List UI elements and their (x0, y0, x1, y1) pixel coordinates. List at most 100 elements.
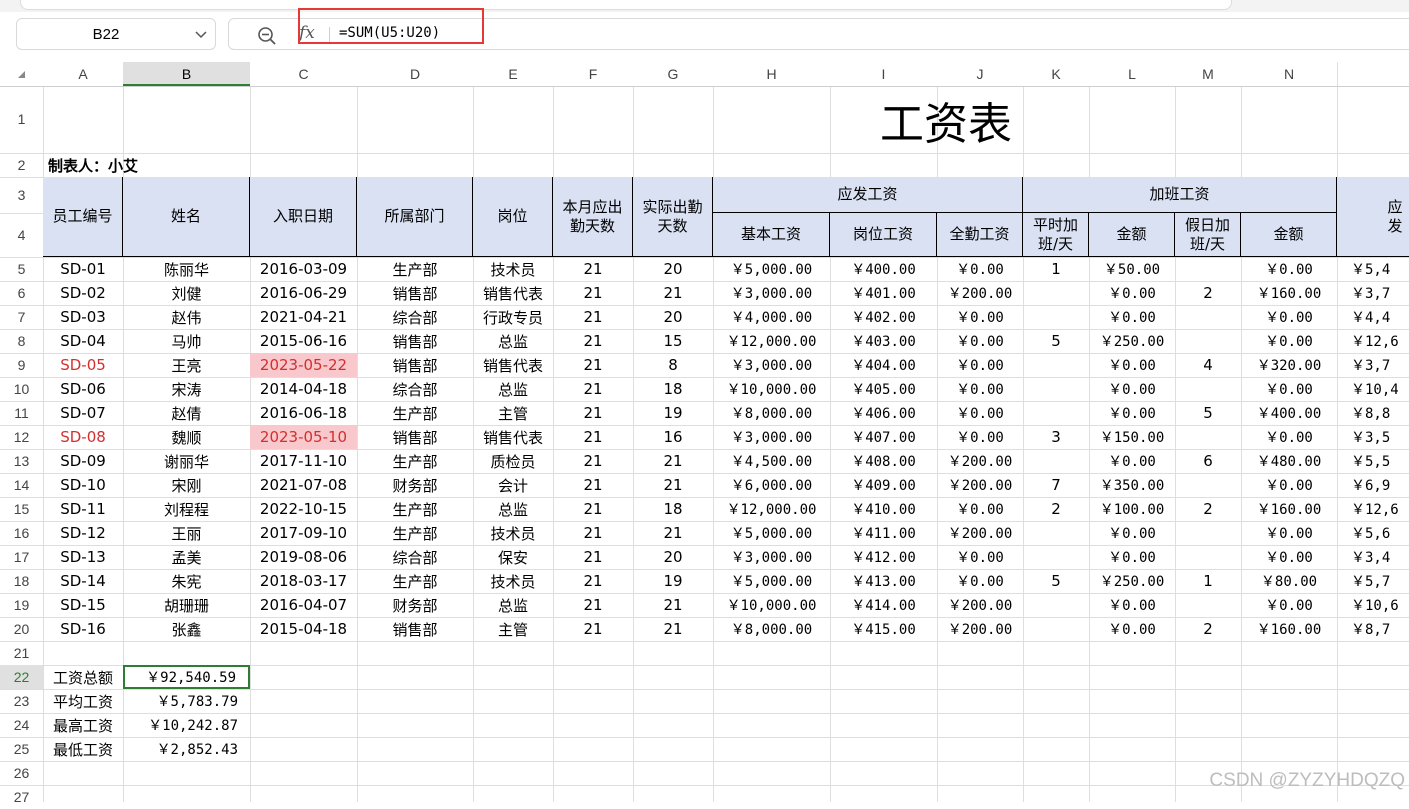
data-cell[interactable]: 主管 (473, 617, 553, 641)
data-cell[interactable]: 4 (1175, 353, 1241, 377)
summary-label[interactable]: 最高工资 (43, 713, 123, 737)
data-cell[interactable]: ￥0.00 (1241, 473, 1337, 497)
summary-label[interactable]: 最低工资 (43, 737, 123, 761)
data-cell[interactable]: 宋涛 (123, 377, 250, 401)
data-cell[interactable]: 21 (553, 593, 633, 617)
data-cell[interactable]: ￥0.00 (1089, 305, 1175, 329)
data-cell[interactable]: ￥8,8 (1337, 401, 1409, 425)
data-cell[interactable]: 保安 (473, 545, 553, 569)
data-cell[interactable]: ￥200.00 (937, 473, 1023, 497)
data-cell[interactable]: 18 (633, 377, 713, 401)
data-cell[interactable]: 总监 (473, 377, 553, 401)
data-cell[interactable]: 2016-04-07 (250, 593, 357, 617)
data-cell[interactable]: ￥12,6 (1337, 329, 1409, 353)
data-cell[interactable]: 2 (1175, 497, 1241, 521)
header-days-due[interactable]: 本月应出勤天数 (553, 177, 633, 257)
data-cell[interactable]: ￥5,7 (1337, 569, 1409, 593)
data-cell[interactable]: 销售代表 (473, 425, 553, 449)
data-cell[interactable]: 生产部 (357, 401, 473, 425)
data-cell[interactable]: 21 (553, 521, 633, 545)
data-cell[interactable]: 陈丽华 (123, 257, 250, 281)
row-header-4[interactable]: 4 (0, 213, 43, 257)
data-cell[interactable]: SD-11 (43, 497, 123, 521)
data-cell[interactable]: 综合部 (357, 305, 473, 329)
data-cell[interactable]: 胡珊珊 (123, 593, 250, 617)
data-cell[interactable]: ￥6,9 (1337, 473, 1409, 497)
data-cell[interactable] (1023, 545, 1089, 569)
data-cell[interactable]: ￥160.00 (1241, 497, 1337, 521)
data-cell[interactable]: 王丽 (123, 521, 250, 545)
data-cell[interactable]: 21 (553, 401, 633, 425)
data-cell[interactable]: ￥12,000.00 (713, 497, 830, 521)
data-cell[interactable]: ￥409.00 (830, 473, 937, 497)
data-cell[interactable]: 18 (633, 497, 713, 521)
data-cell[interactable]: 21 (553, 473, 633, 497)
column-header-m[interactable]: M (1175, 62, 1241, 86)
column-header-g[interactable]: G (633, 62, 713, 86)
data-cell[interactable]: 2023-05-22 (250, 353, 357, 377)
data-cell[interactable]: 总监 (473, 329, 553, 353)
data-cell[interactable]: ￥0.00 (937, 401, 1023, 425)
data-cell[interactable]: 销售部 (357, 353, 473, 377)
data-cell[interactable] (1023, 449, 1089, 473)
row-header-23[interactable]: 23 (0, 689, 43, 713)
data-cell[interactable]: ￥411.00 (830, 521, 937, 545)
data-cell[interactable]: 朱宪 (123, 569, 250, 593)
data-cell[interactable] (1023, 353, 1089, 377)
summary-value[interactable]: ￥5,783.79 (123, 689, 250, 713)
row-header-10[interactable]: 10 (0, 377, 43, 401)
data-cell[interactable]: ￥0.00 (937, 425, 1023, 449)
header-emp-id[interactable]: 员工编号 (43, 177, 123, 257)
data-cell[interactable]: 15 (633, 329, 713, 353)
data-cell[interactable]: ￥3,000.00 (713, 425, 830, 449)
data-cell[interactable]: ￥5,5 (1337, 449, 1409, 473)
data-cell[interactable]: ￥250.00 (1089, 569, 1175, 593)
data-cell[interactable]: ￥0.00 (1241, 593, 1337, 617)
data-cell[interactable]: ￥3,7 (1337, 281, 1409, 305)
data-cell[interactable] (1175, 545, 1241, 569)
column-header-d[interactable]: D (357, 62, 473, 86)
data-cell[interactable]: ￥0.00 (1241, 257, 1337, 281)
data-cell[interactable]: ￥0.00 (1089, 449, 1175, 473)
data-cell[interactable]: 21 (553, 425, 633, 449)
data-cell[interactable]: ￥100.00 (1089, 497, 1175, 521)
data-cell[interactable]: ￥0.00 (937, 497, 1023, 521)
data-cell[interactable]: 5 (1175, 401, 1241, 425)
data-cell[interactable]: 21 (633, 449, 713, 473)
data-cell[interactable] (1175, 257, 1241, 281)
data-cell[interactable]: ￥3,5 (1337, 425, 1409, 449)
data-cell[interactable]: ￥250.00 (1089, 329, 1175, 353)
data-cell[interactable]: 21 (553, 617, 633, 641)
data-cell[interactable]: 行政专员 (473, 305, 553, 329)
data-cell[interactable]: ￥406.00 (830, 401, 937, 425)
data-cell[interactable]: 5 (1023, 329, 1089, 353)
data-cell[interactable]: ￥320.00 (1241, 353, 1337, 377)
data-cell[interactable]: 2014-04-18 (250, 377, 357, 401)
data-cell[interactable]: 王亮 (123, 353, 250, 377)
row-header-19[interactable]: 19 (0, 593, 43, 617)
column-header-n[interactable]: N (1241, 62, 1337, 86)
data-cell[interactable]: 2016-06-18 (250, 401, 357, 425)
data-cell[interactable]: 刘健 (123, 281, 250, 305)
data-cell[interactable]: ￥408.00 (830, 449, 937, 473)
data-cell[interactable]: ￥12,6 (1337, 497, 1409, 521)
row-header-1[interactable]: 1 (0, 86, 43, 153)
row-header-15[interactable]: 15 (0, 497, 43, 521)
data-cell[interactable]: 2023-05-10 (250, 425, 357, 449)
data-cell[interactable]: ￥0.00 (1241, 425, 1337, 449)
data-cell[interactable]: ￥8,7 (1337, 617, 1409, 641)
data-cell[interactable]: ￥415.00 (830, 617, 937, 641)
row-header-7[interactable]: 7 (0, 305, 43, 329)
data-cell[interactable]: 质检员 (473, 449, 553, 473)
data-cell[interactable]: ￥80.00 (1241, 569, 1337, 593)
data-cell[interactable]: 生产部 (357, 569, 473, 593)
data-cell[interactable]: 刘程程 (123, 497, 250, 521)
data-cell[interactable]: 21 (553, 497, 633, 521)
data-cell[interactable]: ￥0.00 (1241, 521, 1337, 545)
data-cell[interactable]: ￥480.00 (1241, 449, 1337, 473)
data-cell[interactable]: ￥410.00 (830, 497, 937, 521)
header-hire-date[interactable]: 入职日期 (250, 177, 357, 257)
data-cell[interactable]: ￥50.00 (1089, 257, 1175, 281)
data-cell[interactable]: ￥3,7 (1337, 353, 1409, 377)
data-cell[interactable]: 生产部 (357, 497, 473, 521)
